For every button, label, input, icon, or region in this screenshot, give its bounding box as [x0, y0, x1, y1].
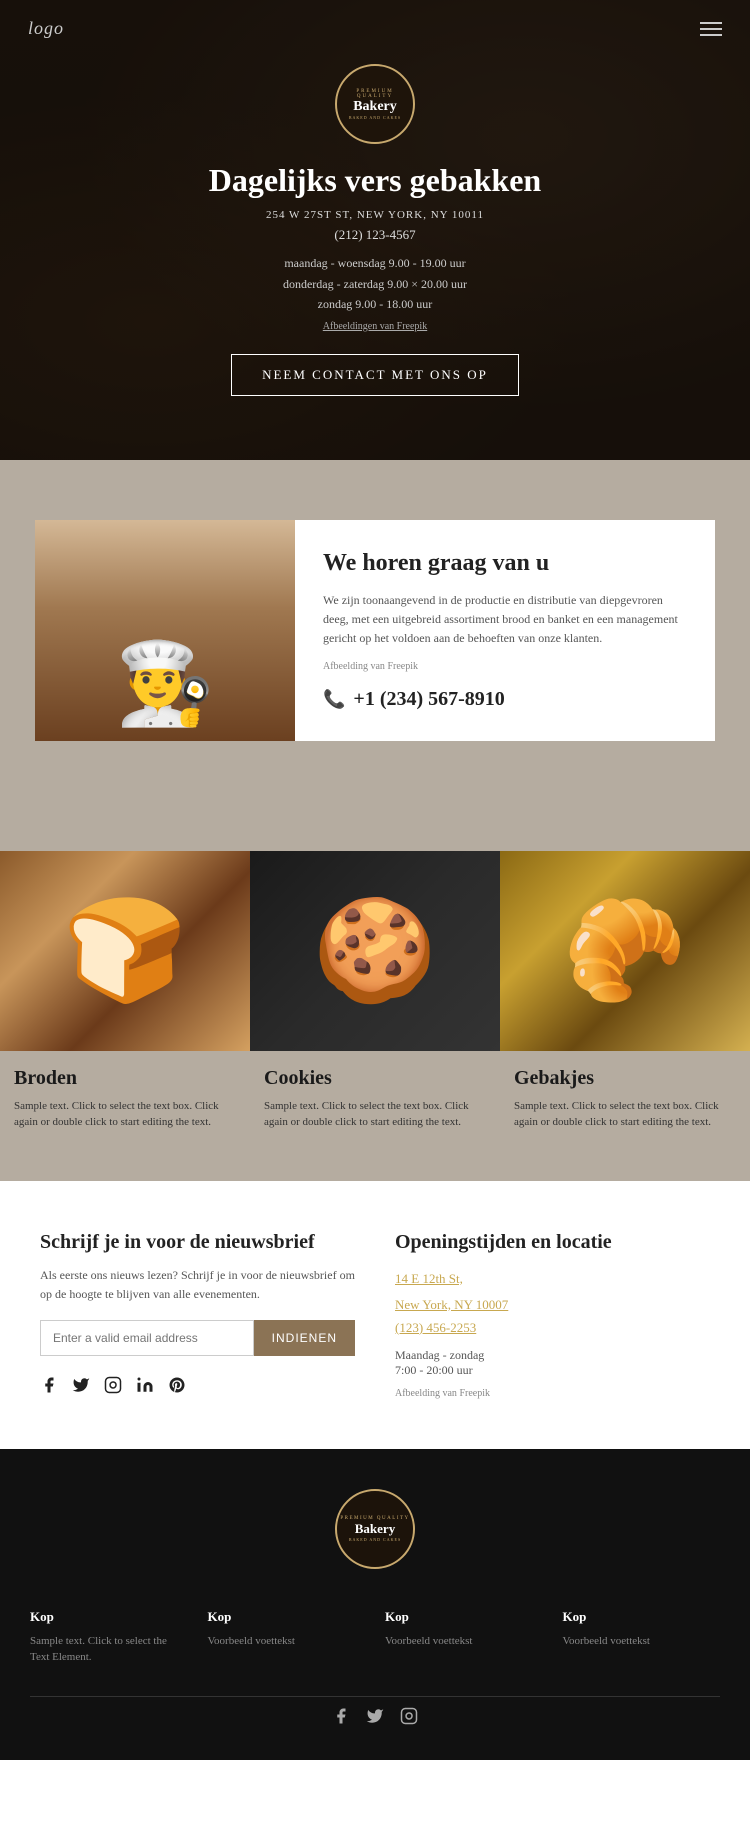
location-address-line2[interactable]: New York, NY 10007	[395, 1294, 710, 1316]
product-item-broden: Broden Sample text. Click to select the …	[0, 851, 250, 1131]
linkedin-icon[interactable]	[136, 1376, 154, 1399]
logo: logo	[28, 18, 64, 39]
hero-hours: maandag - woensdag 9.00 - 19.00 uur dond…	[209, 253, 541, 314]
location-freepik-link[interactable]: Freepik	[459, 1388, 490, 1399]
footer-col-1-text[interactable]: Sample text. Click to select the Text El…	[30, 1633, 188, 1666]
footer-col-2-text[interactable]: Voorbeeld voettekst	[208, 1633, 366, 1650]
bakery-badge: PREMIUM QUALITY Bakery BAKED AND CAKES	[335, 64, 415, 144]
cookies-description[interactable]: Sample text. Click to select the text bo…	[264, 1098, 486, 1131]
hero-phone: (212) 123-4567	[209, 227, 541, 243]
footer-col-4-heading: Kop	[563, 1609, 721, 1625]
facebook-icon[interactable]	[40, 1376, 58, 1399]
cookies-name: Cookies	[264, 1067, 486, 1090]
newsletter-submit-button[interactable]: INDIENEN	[254, 1320, 355, 1356]
hero-hours-line2: donderdag - zaterdag 9.00 × 20.00 uur	[209, 274, 541, 294]
footer-col-1-heading: Kop	[30, 1609, 188, 1625]
bread-name: Broden	[14, 1067, 236, 1090]
footer-col-1: Kop Sample text. Click to select the Tex…	[30, 1609, 188, 1666]
pastry-info: Gebakjes Sample text. Click to select th…	[500, 1051, 750, 1131]
newsletter-location-section: Schrijf je in voor de nieuwsbrief Als ee…	[0, 1181, 750, 1449]
products-section: Broden Sample text. Click to select the …	[0, 801, 750, 1181]
footer-col-4-text[interactable]: Voorbeeld voettekst	[563, 1633, 721, 1650]
bread-description[interactable]: Sample text. Click to select the text bo…	[14, 1098, 236, 1131]
badge-title-text: Bakery	[353, 99, 397, 115]
footer-columns: Kop Sample text. Click to select the Tex…	[30, 1609, 720, 1666]
contact-cta-button[interactable]: NEEM CONTACT MET ONS OP	[231, 354, 519, 396]
footer-badge-circle: PREMIUM QUALITY Bakery BAKED AND CAKES	[335, 1489, 415, 1569]
site-header: logo	[0, 0, 750, 57]
bread-image	[0, 851, 250, 1051]
newsletter-column: Schrijf je in voor de nieuwsbrief Als ee…	[40, 1231, 355, 1399]
hero-freepik[interactable]: Afbeeldingen van Freepik	[209, 321, 541, 332]
contact-phone-number[interactable]: +1 (234) 567-8910	[353, 688, 504, 711]
location-hours: 7:00 - 20:00 uur	[395, 1363, 710, 1378]
pinterest-icon[interactable]	[168, 1376, 186, 1399]
location-hours-label: Maandag - zondag	[395, 1348, 710, 1363]
footer-badge: PREMIUM QUALITY Bakery BAKED AND CAKES	[30, 1489, 720, 1569]
hero-hours-line1: maandag - woensdag 9.00 - 19.00 uur	[209, 253, 541, 273]
bread-info: Broden Sample text. Click to select the …	[0, 1051, 250, 1131]
site-footer: PREMIUM QUALITY Bakery BAKED AND CAKES K…	[0, 1449, 750, 1760]
twitter-icon[interactable]	[72, 1376, 90, 1399]
badge-premium-text: PREMIUM QUALITY	[337, 89, 413, 99]
footer-facebook-icon[interactable]	[332, 1707, 350, 1730]
phone-icon: 📞	[323, 689, 345, 710]
instagram-icon[interactable]	[104, 1376, 122, 1399]
footer-col-4: Kop Voorbeeld voettekst	[563, 1609, 721, 1666]
location-address-line1[interactable]: 14 E 12th St,	[395, 1268, 710, 1290]
footer-badge-title: Bakery	[355, 1521, 395, 1537]
hero-address: 254 W 27ST ST, NEW YORK, NY 10011	[209, 209, 541, 221]
hero-section: PREMIUM QUALITY Bakery BAKED AND CAKES D…	[0, 0, 750, 460]
location-heading: Openingstijden en locatie	[395, 1231, 710, 1254]
hero-content: PREMIUM QUALITY Bakery BAKED AND CAKES D…	[209, 64, 541, 395]
pastry-image	[500, 851, 750, 1051]
social-icons-row	[40, 1376, 355, 1399]
footer-col-3-heading: Kop	[385, 1609, 543, 1625]
footer-social-icons	[30, 1696, 720, 1730]
pastry-name: Gebakjes	[514, 1067, 736, 1090]
location-phone[interactable]: (123) 456-2253	[395, 1320, 710, 1336]
footer-col-2-heading: Kop	[208, 1609, 366, 1625]
contact-freepik-link[interactable]: Freepik	[387, 661, 418, 672]
contact-description: We zijn toonaangevend in de productie en…	[323, 591, 687, 649]
contact-text-area: We horen graag van u We zijn toonaangeve…	[295, 520, 715, 741]
footer-col-3: Kop Voorbeeld voettekst	[385, 1609, 543, 1666]
footer-instagram-icon[interactable]	[400, 1707, 418, 1730]
location-column: Openingstijden en locatie 14 E 12th St, …	[395, 1231, 710, 1399]
hamburger-menu[interactable]	[700, 22, 722, 36]
product-item-cookies: Cookies Sample text. Click to select the…	[250, 851, 500, 1131]
contact-phone-row: 📞 +1 (234) 567-8910	[323, 688, 687, 711]
footer-twitter-icon[interactable]	[366, 1707, 384, 1730]
footer-col-3-text[interactable]: Voorbeeld voettekst	[385, 1633, 543, 1650]
location-freepik: Afbeelding van Freepik	[395, 1388, 710, 1399]
newsletter-form: INDIENEN	[40, 1320, 355, 1356]
contact-card: We horen graag van u We zijn toonaangeve…	[35, 520, 715, 741]
hero-title: Dagelijks vers gebakken	[209, 162, 541, 199]
product-item-gebakjes: Gebakjes Sample text. Click to select th…	[500, 851, 750, 1131]
footer-badge-sub: BAKED AND CAKES	[349, 1537, 401, 1542]
footer-col-2: Kop Voorbeeld voettekst	[208, 1609, 366, 1666]
newsletter-description: Als eerste ons nieuws lezen? Schrijf je …	[40, 1266, 355, 1304]
products-grid: Broden Sample text. Click to select the …	[0, 851, 750, 1131]
cookies-info: Cookies Sample text. Click to select the…	[250, 1051, 500, 1131]
cookies-image	[250, 851, 500, 1051]
newsletter-heading: Schrijf je in voor de nieuwsbrief	[40, 1231, 355, 1254]
contact-freepik: Afbeelding van Freepik	[323, 661, 687, 672]
pastry-description[interactable]: Sample text. Click to select the text bo…	[514, 1098, 736, 1131]
newsletter-email-input[interactable]	[40, 1320, 254, 1356]
contact-section: We horen graag van u We zijn toonaangeve…	[0, 460, 750, 801]
hero-hours-line3: zondag 9.00 - 18.00 uur	[209, 294, 541, 314]
badge-sub-text: BAKED AND CAKES	[349, 115, 401, 120]
contact-baker-image	[35, 520, 295, 741]
contact-heading: We horen graag van u	[323, 550, 687, 577]
